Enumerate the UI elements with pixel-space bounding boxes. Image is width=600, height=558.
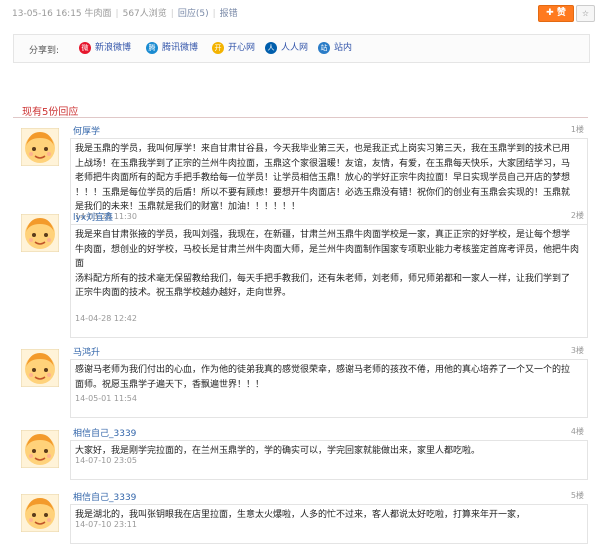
reply-text-line: 我是湖北的，我叫张钥眼我在店里拉面，生意太火爆啦，人多的忙不过来，客人都说太好吃…	[75, 510, 526, 520]
like-label: 赞	[556, 8, 566, 18]
site-icon: 站	[318, 41, 330, 54]
weibo-icon: 微	[79, 41, 91, 54]
reply-text: 我是湖北的，我叫张钥眼我在店里拉面，生意太火爆啦，人多的忙不过来，客人都说太好吃…	[75, 508, 581, 523]
post-meta-bar: 13-05-16 16:15 牛肉面 | 567人浏览 | 回应(5) | 报错 ✚ 赞 ☆	[0, 0, 600, 22]
reply-text-line: 上战场！在玉鼎我学到了正宗的兰州牛肉拉面，玉鼎这个家很温暖！友谊，友情，有爱，在…	[75, 158, 571, 169]
reply-text-line: 感谢马老师为我们付出的心血，作为他的徒弟我真的感觉很荣幸，感谢马老师的孩孜不倦，…	[75, 365, 571, 375]
report-link[interactable]: 报错	[220, 9, 238, 19]
reply-item: 马鸿升 3楼感谢马老师为我们付出的心血，作为他的徒弟我真的感觉很荣幸，感谢马老师的…	[14, 343, 588, 420]
reply-floor: 2楼	[570, 211, 584, 220]
replies-title: 现有5份回应	[22, 107, 79, 118]
post-date: 13-05-16 16:15	[12, 9, 82, 19]
avatar[interactable]	[20, 348, 60, 388]
avatar[interactable]	[20, 493, 60, 533]
reply-floor: 3楼	[570, 346, 584, 355]
reply-text-line: 面师。祝愿玉鼎学子遍天下，香飘遍世界！！！	[75, 379, 265, 390]
share-label: 分享到:	[29, 46, 60, 56]
share-bar: 分享到: 微新浪微博 腾腾讯微博 开开心网 人人人网 站站内	[13, 34, 590, 63]
reply-text-line: 大家好，我是刚学完拉面的，在兰州玉鼎学的，学的确实可以，学完回家就能做出来，家里…	[75, 446, 481, 456]
reply-text: 我是来自甘肃张掖的学员，我叫刘强，我现在，在新疆，甘肃兰州玉鼎牛肉面学校是一家，…	[75, 228, 581, 301]
renren-icon: 人	[265, 41, 277, 54]
reply-floor: 5楼	[570, 491, 584, 500]
kaixin-icon: 开	[212, 41, 224, 54]
share-kaixin[interactable]: 开开心网	[212, 41, 255, 55]
reply-floor: 4楼	[570, 427, 584, 436]
reply-text: 大家好，我是刚学完拉面的，在兰州玉鼎学的，学的确实可以，学完回家就能做出来，家里…	[75, 444, 581, 459]
thumbs-up-icon: ✚	[546, 8, 554, 18]
reply-count-link[interactable]: 回应(5)	[178, 9, 209, 19]
reply-time: 14-04-28 12:42	[75, 314, 137, 323]
reply-username[interactable]: 相信自己_3339	[73, 426, 136, 439]
avatar[interactable]	[20, 213, 60, 253]
tencent-weibo-icon: 腾	[146, 41, 158, 54]
like-button[interactable]: ✚ 赞	[538, 5, 574, 22]
reply-username[interactable]: 何厚学	[73, 124, 100, 137]
share-site[interactable]: 站站内	[318, 41, 352, 55]
reply-text: 我是玉鼎的学员，我叫何厚学！来自甘肃甘谷县，今天我毕业第三天，也是我正式上岗实习…	[75, 142, 581, 215]
reply-username[interactable]: 相信自己_3339	[73, 490, 136, 503]
reply-time: 14-07-10 23:05	[75, 456, 137, 465]
share-tencent-weibo[interactable]: 腾腾讯微博	[146, 41, 198, 55]
reply-floor: 1楼	[570, 125, 584, 134]
reply-text-line: 老师把牛肉面所有的配方手把手教给每一位学员！让学员相信玉鼎！放心的学好正宗牛肉拉…	[75, 173, 571, 183]
reply-text-line: 我是来自甘肃张掖的学员，我叫刘强，我现在，在新疆，甘肃兰州玉鼎牛肉面学校是一家，…	[75, 230, 571, 240]
post-source: 牛肉面	[84, 9, 112, 19]
reply-text-line: 牛肉面，想创业的好学校，马校长是甘肃兰州牛肉面大师，是兰州牛肉面制作国家专项职业…	[75, 244, 580, 270]
reply-time: 14-05-01 11:54	[75, 394, 137, 403]
reply-text-line: 正宗牛肉面的技术。祝玉鼎学校越办越好，走向世界。	[75, 288, 292, 298]
avatar[interactable]	[20, 127, 60, 167]
share-renren[interactable]: 人人人网	[265, 41, 308, 55]
post-meta: 13-05-16 16:15 牛肉面 | 567人浏览 | 回应(5) | 报错	[12, 9, 238, 19]
reply-username[interactable]: lyx刘宜鑫	[73, 210, 113, 223]
reply-text: 感谢马老师为我们付出的心血，作为他的徒弟我真的感觉很荣幸，感谢马老师的孩孜不倦，…	[75, 363, 581, 392]
reply-item: 相信自己_3339 4楼大家好，我是刚学完拉面的，在兰州玉鼎学的，学的确实可以，学…	[14, 424, 588, 482]
avatar[interactable]	[20, 429, 60, 469]
reply-text-line: ！！！玉鼎是每位学员的后盾！所以不要有顾虑！要想开牛肉面店！必选玉鼎没有错！祝你…	[75, 187, 571, 198]
reply-username[interactable]: 马鸿升	[73, 345, 100, 358]
view-count: 567人浏览	[122, 9, 167, 19]
reply-time: 14-07-10 23:11	[75, 520, 137, 529]
reply-text-line: 汤料配方所有的技术毫无保留教给我们，每天手把手教我们，还有朱老师，刘老师，师兄师…	[75, 273, 571, 284]
reply-text-line: 我是玉鼎的学员，我叫何厚学！来自甘肃甘谷县，今天我毕业第三天，也是我正式上岗实习…	[75, 144, 571, 154]
reply-item: lyx刘宜鑫 2楼我是来自甘肃张掖的学员，我叫刘强，我现在，在新疆，甘肃兰州玉鼎牛…	[14, 208, 588, 340]
star-icon[interactable]: ☆	[576, 5, 595, 22]
share-weibo[interactable]: 微新浪微博	[79, 41, 131, 55]
replies-title-divider	[13, 117, 588, 118]
reply-item: 相信自己_3339 5楼我是湖北的，我叫张钥眼我在店里拉面，生意太火爆啦，人多的忙…	[14, 488, 588, 546]
